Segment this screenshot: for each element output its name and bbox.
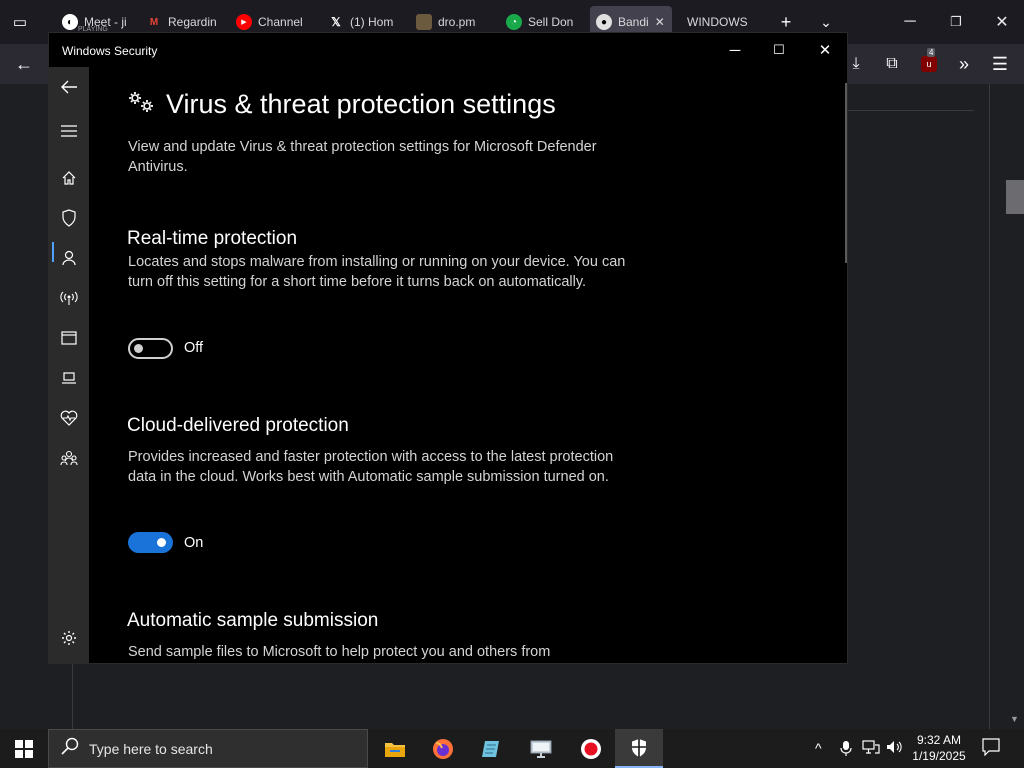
page-heading: Virus & threat protection settings bbox=[128, 89, 556, 120]
ublock-icon[interactable]: u 4 bbox=[917, 48, 941, 76]
home-icon[interactable] bbox=[57, 166, 81, 190]
search-placeholder: Type here to search bbox=[89, 740, 213, 757]
gears-icon bbox=[128, 89, 154, 120]
cloud-protection-description: Provides increased and faster protection… bbox=[128, 449, 614, 485]
windows-security-window: Windows Security ─ ☐ ✕ Virus & threat pr… bbox=[48, 32, 848, 664]
tab-label: dro.pm bbox=[438, 15, 476, 29]
gmail-icon: M bbox=[149, 16, 159, 28]
tab-label: Channel bbox=[258, 15, 303, 29]
back-icon[interactable]: ← bbox=[12, 52, 36, 76]
tab-label: Regardin bbox=[168, 15, 216, 29]
realtime-protection-state: Off bbox=[184, 340, 204, 356]
taskbar: Type here to search ^ 9:32 AM 1/19/2025 bbox=[0, 729, 1024, 768]
page-title: Virus & threat protection settings bbox=[166, 89, 556, 119]
realtime-protection-description: Locates and stops malware from installin… bbox=[128, 254, 626, 290]
github-icon: ● bbox=[596, 14, 612, 30]
volume-icon[interactable] bbox=[886, 740, 904, 757]
sell-icon: ◔ bbox=[506, 14, 522, 30]
shield-icon[interactable] bbox=[57, 206, 81, 230]
show-hidden-icons-chevron-icon[interactable]: ^ bbox=[815, 740, 822, 756]
realtime-protection-heading: Real-time protection bbox=[127, 228, 298, 249]
page-description: View and update Virus & threat protectio… bbox=[128, 139, 597, 175]
dropm-icon bbox=[416, 14, 432, 30]
toggle-knob bbox=[134, 344, 143, 353]
nav-sidebar bbox=[49, 67, 89, 663]
health-icon[interactable] bbox=[57, 406, 81, 430]
notepad-taskbar-icon[interactable] bbox=[467, 729, 515, 768]
browser-close-button[interactable]: ✕ bbox=[986, 8, 1018, 36]
browser-minimize-button[interactable]: ─ bbox=[894, 8, 926, 36]
browser-restore-button[interactable]: ❐ bbox=[940, 8, 972, 36]
toggle-knob bbox=[157, 538, 166, 547]
start-button[interactable] bbox=[0, 729, 48, 768]
tab-list-chevron-icon[interactable]: ⌄ bbox=[814, 10, 838, 34]
tab-label: WINDOWS bbox=[687, 15, 748, 29]
overflow-chevron-icon[interactable]: » bbox=[952, 52, 976, 76]
cloud-protection-toggle[interactable] bbox=[128, 532, 173, 553]
close-button[interactable]: ✕ bbox=[803, 37, 847, 63]
windows-logo-icon bbox=[15, 739, 33, 758]
back-arrow-icon[interactable] bbox=[57, 75, 81, 99]
network-tray-icon[interactable] bbox=[862, 740, 880, 757]
nav-selection-indicator bbox=[52, 242, 54, 262]
maximize-button[interactable]: ☐ bbox=[757, 37, 801, 63]
taskbar-search-box[interactable]: Type here to search bbox=[48, 729, 368, 768]
file-explorer-taskbar-icon[interactable] bbox=[371, 729, 419, 768]
account-icon[interactable] bbox=[57, 246, 81, 270]
firefox-taskbar-icon[interactable] bbox=[419, 729, 467, 768]
tab-label: (1) Hom bbox=[350, 15, 394, 29]
close-tab-icon[interactable]: ✕ bbox=[655, 15, 665, 29]
family-icon[interactable] bbox=[57, 446, 81, 470]
ublock-badge: 4 bbox=[927, 48, 936, 57]
network-icon[interactable] bbox=[57, 286, 81, 310]
tab-list-icon[interactable]: ▭ bbox=[8, 10, 32, 34]
tab-label: Bandi bbox=[618, 15, 649, 29]
windows-security-taskbar-icon[interactable] bbox=[615, 729, 663, 768]
sample-submission-description: Send sample files to Microsoft to help p… bbox=[128, 644, 551, 660]
new-tab-button[interactable]: + bbox=[774, 10, 798, 34]
settings-gear-icon[interactable] bbox=[57, 626, 81, 650]
window-scrollbar[interactable] bbox=[845, 83, 847, 263]
window-titlebar[interactable]: Windows Security ─ ☐ ✕ bbox=[49, 33, 847, 67]
clock-date: 1/19/2025 bbox=[912, 749, 966, 763]
search-icon bbox=[61, 737, 79, 760]
youtube-icon: ▶ bbox=[236, 14, 252, 30]
remote-desktop-taskbar-icon[interactable] bbox=[517, 729, 565, 768]
cloud-protection-heading: Cloud-delivered protection bbox=[127, 415, 349, 436]
taskbar-clock[interactable]: 9:32 AM 1/19/2025 bbox=[906, 732, 972, 764]
meet-icon: ◐ bbox=[62, 14, 78, 30]
divider bbox=[848, 110, 974, 111]
cloud-protection-state: On bbox=[184, 535, 204, 551]
record-taskbar-icon[interactable] bbox=[567, 729, 615, 768]
x-icon: 𝕏 bbox=[331, 15, 341, 29]
menu-icon[interactable]: ☰ bbox=[988, 52, 1012, 76]
page-scrollbar-thumb[interactable] bbox=[1006, 180, 1024, 214]
clock-time: 9:32 AM bbox=[916, 733, 962, 747]
realtime-protection-toggle[interactable] bbox=[128, 338, 173, 359]
minimize-button[interactable]: ─ bbox=[713, 37, 757, 63]
scroll-down-arrow-icon[interactable]: ▼ bbox=[1010, 714, 1019, 724]
extensions-icon[interactable]: ⧉ bbox=[880, 52, 904, 76]
hamburger-menu-icon[interactable] bbox=[57, 119, 81, 143]
sample-submission-heading: Automatic sample submission bbox=[127, 610, 379, 631]
tab-label: Sell Don bbox=[528, 15, 574, 29]
laptop-icon[interactable] bbox=[57, 366, 81, 390]
notifications-icon[interactable] bbox=[982, 738, 1000, 759]
microphone-icon[interactable] bbox=[840, 740, 852, 759]
divider bbox=[989, 84, 990, 729]
window-title: Windows Security bbox=[62, 44, 158, 58]
app-browser-icon[interactable] bbox=[57, 326, 81, 350]
